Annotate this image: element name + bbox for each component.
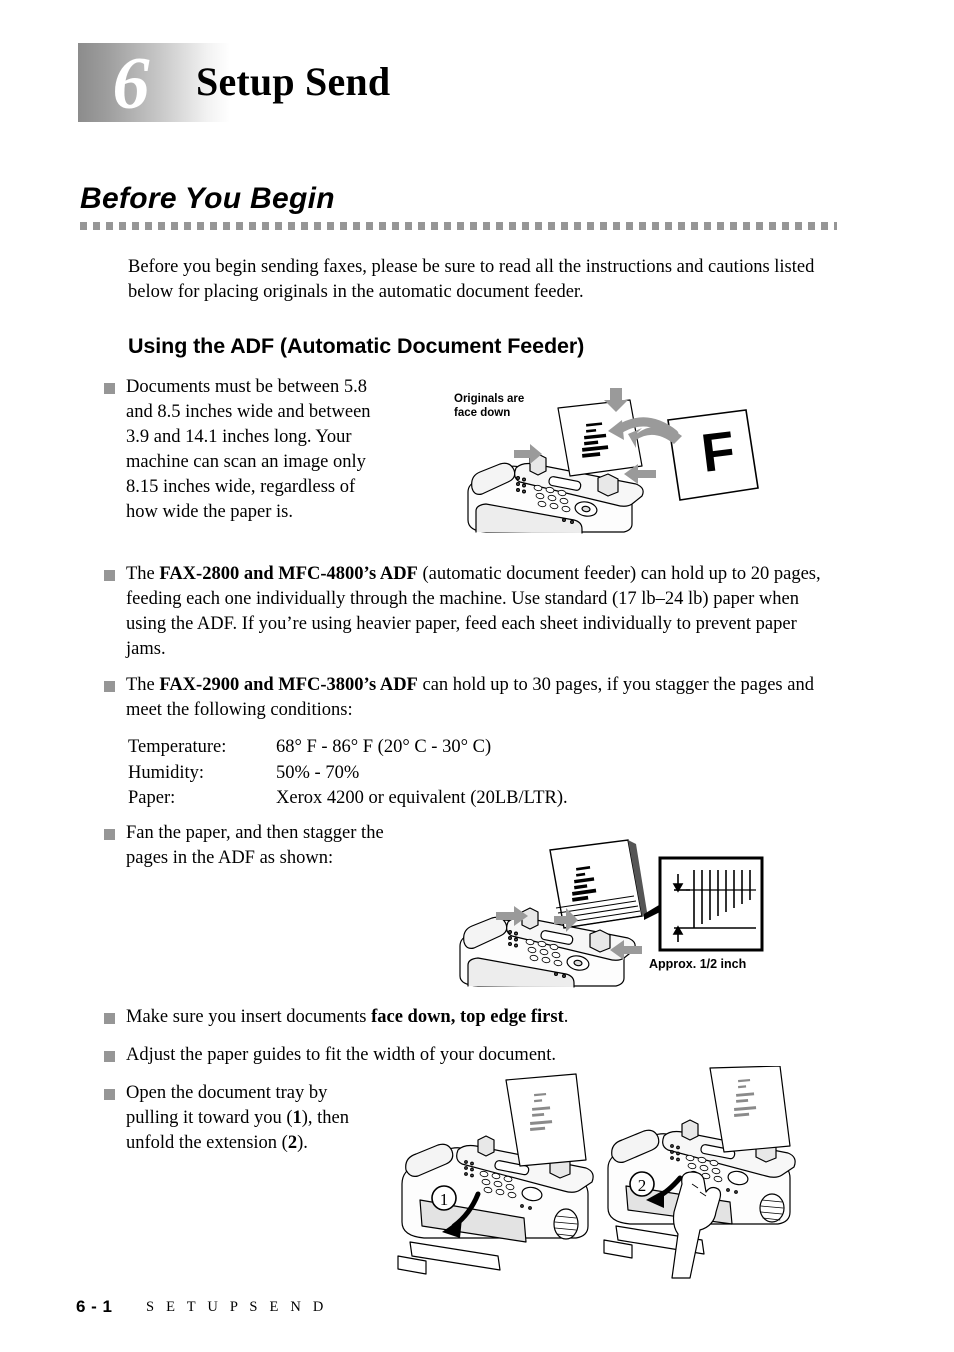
bullet-tray-part3: ). (297, 1133, 308, 1153)
bullet-facedown-lead: Make sure you insert documents (126, 1007, 372, 1027)
bullet-adjust-guides-text: Adjust the paper guides to fit the width… (126, 1045, 557, 1065)
conditions-list: Temperature: 68° F - 86° F (20° C - 30° … (128, 735, 568, 812)
figure-label-approx-half-inch: Approx. 1/2 inch (649, 957, 747, 971)
footer-chapter-title: S E T U P S E N D (146, 1299, 328, 1315)
bullet-open-tray: Open the document tray by pulling it tow… (104, 1081, 364, 1156)
figure-step-2-number: 2 (638, 1176, 647, 1195)
figure-step-1-number: 1 (440, 1190, 449, 1209)
condition-label: Temperature: (128, 737, 227, 757)
bullet-square-icon (104, 1051, 115, 1062)
condition-label: Humidity: (128, 762, 205, 783)
condition-row: Paper: Xerox 4200 or equivalent (20LB/LT… (128, 786, 568, 812)
section-intro-paragraph: Before you begin sending faxes, please b… (128, 257, 815, 302)
bullet-fax2900-models: FAX-2900 and MFC-3800’s ADF (159, 675, 418, 695)
chapter-number: 6 (112, 43, 150, 125)
condition-row: Humidity: 50% - 70% (128, 761, 568, 787)
bullet-fax2900-lead: The (126, 675, 160, 695)
condition-value: Xerox 4200 or equivalent (20LB/LTR). (276, 788, 568, 808)
condition-value: 50% - 70% (276, 762, 360, 783)
bullet-open-tray-text: Open the document tray by pulling it tow… (126, 1081, 364, 1156)
bullet-fax2800-capacity: The FAX-2800 and MFC-4800’s ADF (automat… (104, 562, 834, 662)
condition-row: Temperature: 68° F - 86° F (20° C - 30° … (128, 735, 568, 761)
figure-open-tray-illustration: 1 2 (397, 1065, 796, 1279)
bullet-documents-size-text: Documents must be between 5.8 and 8.5 in… (126, 377, 371, 522)
bullet-square-icon (104, 383, 115, 394)
bullet-tray-step-2: 2 (287, 1133, 298, 1153)
figure-open-document-tray: 1 2 (380, 1065, 800, 1281)
footer-page-number: 6 - 1 (76, 1297, 113, 1316)
bullet-tray-step-1: 1 (292, 1108, 302, 1128)
figure-stagger-illustration (459, 839, 764, 988)
figure-originals-face-down: Originals are face down F (446, 372, 776, 557)
bullet-square-icon (104, 829, 115, 840)
bullet-adjust-guides: Adjust the paper guides to fit the width… (104, 1043, 724, 1068)
bullet-fax2800-text: The FAX-2800 and MFC-4800’s ADF (automat… (126, 562, 834, 662)
bullet-fax2900-text: The FAX-2900 and MFC-3800’s ADF can hold… (126, 673, 834, 723)
bullet-fan-paper-text: Fan the paper, and then stagger the page… (126, 823, 384, 868)
figure-stagger-pages: Approx. 1/2 inch (446, 824, 776, 999)
bullet-fax2800-models: FAX-2800 and MFC-4800’s ADF (159, 564, 418, 584)
bullet-fax2900-capacity: The FAX-2900 and MFC-3800’s ADF can hold… (104, 673, 834, 723)
bullet-square-icon (104, 681, 115, 692)
subsection-title: Using the ADF (Automatic Document Feeder… (128, 334, 585, 358)
manual-page: 6 Setup Send Before You Begin Before you… (0, 0, 954, 1352)
condition-label: Paper: (128, 788, 176, 808)
bullet-insert-face-down: Make sure you insert documents face down… (104, 1005, 724, 1030)
chapter-title: Setup Send (196, 59, 391, 104)
figure-label-originals-face-down: Originals are face down (454, 393, 525, 419)
bullet-documents-size: Documents must be between 5.8 and 8.5 in… (104, 375, 379, 525)
section-title: Before You Begin (80, 182, 335, 215)
bullet-insert-face-down-text: Make sure you insert documents face down… (126, 1005, 568, 1030)
condition-value: 68° F - 86° F (20° C - 30° C) (276, 737, 492, 757)
bullet-fan-paper: Fan the paper, and then stagger the page… (104, 821, 384, 871)
bullet-square-icon (104, 1013, 115, 1024)
bullet-square-icon (104, 570, 115, 581)
bullet-facedown-emphasis: face down, top edge first (371, 1007, 564, 1027)
bullet-square-icon (104, 1089, 115, 1100)
section-divider-rule (80, 222, 837, 230)
bullet-fax2800-lead: The (126, 564, 160, 584)
bullet-facedown-rest: . (563, 1007, 569, 1027)
